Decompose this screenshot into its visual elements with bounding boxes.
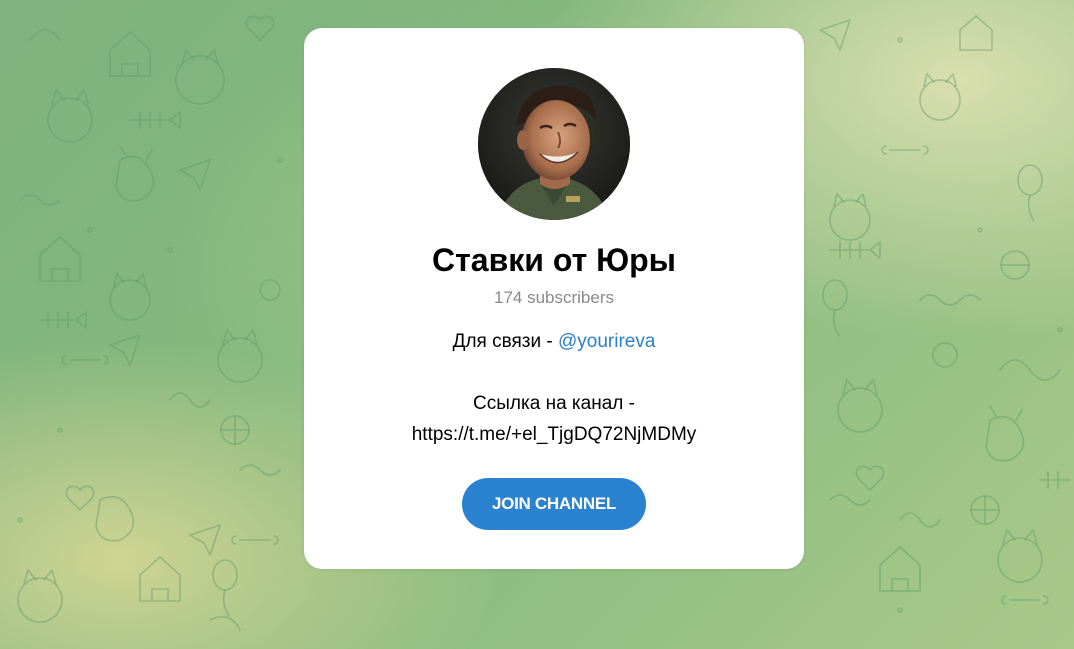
- channel-avatar: [478, 68, 630, 220]
- contact-handle-link[interactable]: @yourireva: [558, 331, 655, 352]
- contact-prefix: Для связи -: [452, 331, 558, 352]
- join-channel-button[interactable]: JOIN CHANNEL: [462, 478, 646, 530]
- subscriber-count: 174 subscribers: [493, 288, 614, 307]
- channel-card: Ставки от Юры 174 subscribers Для связи …: [304, 28, 804, 569]
- description-spacer: [304, 357, 804, 388]
- channel-description: Для связи - @yourireva Ссылка на канал -…: [304, 326, 804, 450]
- link-url: https://t.me/+el_TjgDQ72NjMDMy: [411, 424, 697, 445]
- channel-title: Ставки от Юры: [431, 242, 676, 278]
- link-label: Ссылка на канал -: [473, 393, 635, 414]
- contact-line: Для связи - @yourireva: [304, 326, 804, 357]
